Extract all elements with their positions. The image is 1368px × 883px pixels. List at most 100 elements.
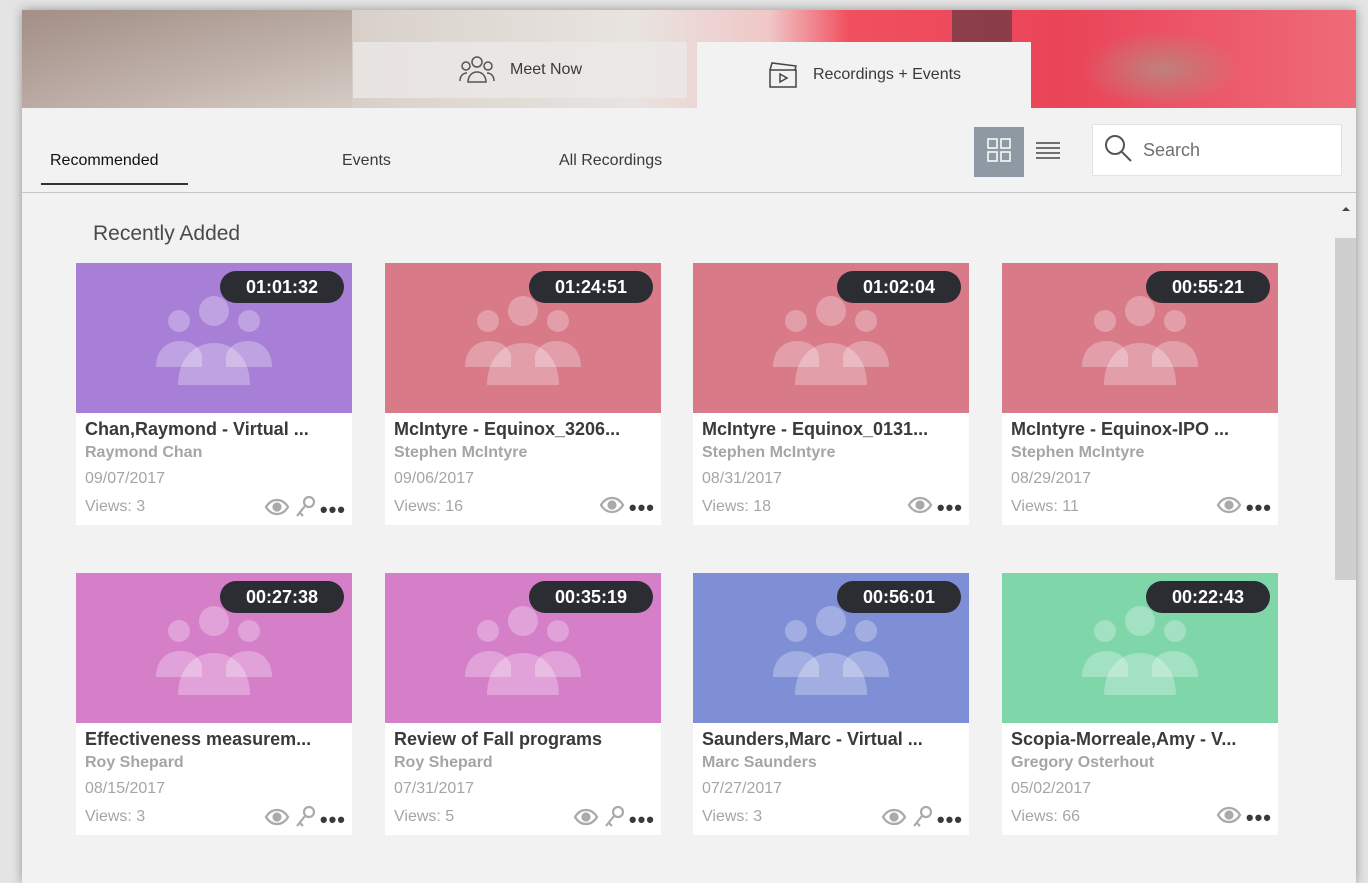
recording-date: 09/07/2017 (85, 470, 166, 487)
recording-author: Stephen McIntyre (702, 444, 836, 461)
views-eye-icon (1216, 805, 1242, 830)
grid-view-button[interactable] (974, 127, 1024, 177)
recording-title[interactable]: McIntyre - Equinox-IPO ... (1011, 419, 1273, 440)
recording-views: Views: 3 (85, 498, 146, 515)
scrollbar-thumb[interactable] (1335, 238, 1356, 580)
recording-views: Views: 3 (702, 808, 763, 825)
recording-card[interactable]: 00:27:38 Effectiveness measurem... Roy She… (76, 573, 352, 835)
card-actions: ••• (907, 495, 963, 520)
recording-thumbnail[interactable]: 00:22:43 (1002, 573, 1278, 723)
search-placeholder: Search (1143, 139, 1201, 160)
recording-title[interactable]: Review of Fall programs (394, 729, 656, 750)
more-options-icon[interactable]: ••• (320, 808, 346, 830)
duration-badge: 00:27:38 (220, 581, 344, 613)
recording-title[interactable]: Saunders,Marc - Virtual ... (702, 729, 964, 750)
people-icon (458, 55, 496, 85)
recording-views: Views: 11 (1011, 498, 1079, 515)
recording-thumbnail[interactable]: 01:02:04 (693, 263, 969, 413)
recording-thumbnail[interactable]: 00:27:38 (76, 573, 352, 723)
list-view-icon (1035, 139, 1061, 166)
tab-all-recordings[interactable]: All Recordings (559, 152, 662, 170)
search-icon (1103, 133, 1133, 168)
views-eye-icon (881, 807, 907, 832)
recording-views: Views: 16 (394, 498, 464, 515)
recording-card[interactable]: 00:56:01 Saunders,Marc - Virtual ... Marc … (693, 573, 969, 835)
card-actions: ••• (264, 495, 346, 524)
recording-title[interactable]: McIntyre - Equinox_3206... (394, 419, 656, 440)
duration-badge: 00:35:19 (529, 581, 653, 613)
recording-card[interactable]: 00:22:43 Scopia-Morreale,Amy - V... Gregor… (1002, 573, 1278, 835)
more-options-icon[interactable]: ••• (1246, 496, 1272, 518)
recording-views: Views: 66 (1011, 808, 1081, 825)
recording-thumbnail[interactable]: 00:55:21 (1002, 263, 1278, 413)
recording-title[interactable]: Effectiveness measurem... (85, 729, 347, 750)
duration-badge: 00:56:01 (837, 581, 961, 613)
recording-thumbnail[interactable]: 00:35:19 (385, 573, 661, 723)
people-placeholder-icon (154, 289, 274, 394)
recording-author: Gregory Osterhout (1011, 754, 1155, 771)
more-options-icon[interactable]: ••• (320, 498, 346, 520)
people-placeholder-icon (154, 599, 274, 704)
people-placeholder-icon (1080, 599, 1200, 704)
recording-card[interactable]: 00:35:19 Review of Fall programs Roy Shepa… (385, 573, 661, 835)
recording-thumbnail[interactable]: 01:01:32 (76, 263, 352, 413)
recording-title[interactable]: McIntyre - Equinox_0131... (702, 419, 964, 440)
recording-views: Views: 18 (702, 498, 772, 515)
scroll-up-arrow[interactable] (1340, 202, 1352, 214)
tab-recommended[interactable]: Recommended (41, 152, 188, 185)
recording-views: Views: 5 (394, 808, 455, 825)
duration-badge: 00:55:21 (1146, 271, 1270, 303)
tab-events[interactable]: Events (342, 152, 391, 170)
card-actions: ••• (1216, 495, 1272, 520)
recording-card[interactable]: 00:55:21 McIntyre - Equinox-IPO ... Stephe… (1002, 263, 1278, 525)
duration-badge: 01:02:04 (837, 271, 961, 303)
recording-date: 08/31/2017 (702, 470, 783, 487)
recording-author: Roy Shepard (85, 754, 184, 771)
list-view-button[interactable] (1030, 127, 1066, 177)
people-placeholder-icon (1080, 289, 1200, 394)
tab-meet-now-label: Meet Now (509, 61, 583, 78)
recording-title[interactable]: Chan,Raymond - Virtual ... (85, 419, 347, 440)
recording-views: Views: 3 (85, 808, 146, 825)
more-options-icon[interactable]: ••• (937, 496, 963, 518)
recording-date: 05/02/2017 (1011, 780, 1092, 797)
recording-title[interactable]: Scopia-Morreale,Amy - V... (1011, 729, 1273, 750)
views-eye-icon (907, 495, 933, 520)
people-placeholder-icon (463, 599, 583, 704)
recording-card[interactable]: 01:24:51 McIntyre - Equinox_3206... Stephe… (385, 263, 661, 525)
search-input[interactable]: Search (1092, 124, 1342, 176)
tab-meet-now[interactable]: Meet Now (353, 42, 687, 98)
more-options-icon[interactable]: ••• (937, 808, 963, 830)
recording-thumbnail[interactable]: 01:24:51 (385, 263, 661, 413)
tab-recordings-events[interactable]: Recordings + Events (697, 42, 1031, 108)
views-eye-icon (264, 807, 290, 832)
recording-thumbnail[interactable]: 00:56:01 (693, 573, 969, 723)
people-placeholder-icon (771, 289, 891, 394)
card-actions: ••• (573, 805, 655, 834)
more-options-icon[interactable]: ••• (1246, 806, 1272, 828)
recording-date: 08/29/2017 (1011, 470, 1092, 487)
key-icon (294, 805, 316, 834)
recording-card[interactable]: 01:02:04 McIntyre - Equinox_0131... Stephe… (693, 263, 969, 525)
recording-author: Stephen McIntyre (394, 444, 528, 461)
recording-date: 09/06/2017 (394, 470, 475, 487)
card-actions: ••• (881, 805, 963, 834)
app-window: Meet Now Recordings + Events Recommended… (22, 10, 1356, 883)
recording-date: 07/31/2017 (394, 780, 475, 797)
grid-view-icon (986, 137, 1012, 168)
recording-date: 08/15/2017 (85, 780, 166, 797)
recording-author: Raymond Chan (85, 444, 203, 461)
more-options-icon[interactable]: ••• (629, 808, 655, 830)
views-eye-icon (264, 497, 290, 522)
duration-badge: 01:01:32 (220, 271, 344, 303)
key-icon (911, 805, 933, 834)
tab-recordings-events-label: Recordings + Events (812, 66, 962, 83)
more-options-icon[interactable]: ••• (629, 496, 655, 518)
clapperboard-icon (767, 60, 799, 90)
recording-author: Stephen McIntyre (1011, 444, 1145, 461)
duration-badge: 01:24:51 (529, 271, 653, 303)
key-icon (294, 495, 316, 524)
section-title: Recently Added (93, 222, 241, 245)
recording-card[interactable]: 01:01:32 Chan,Raymond - Virtual ... Raymon… (76, 263, 352, 525)
recording-author: Roy Shepard (394, 754, 493, 771)
